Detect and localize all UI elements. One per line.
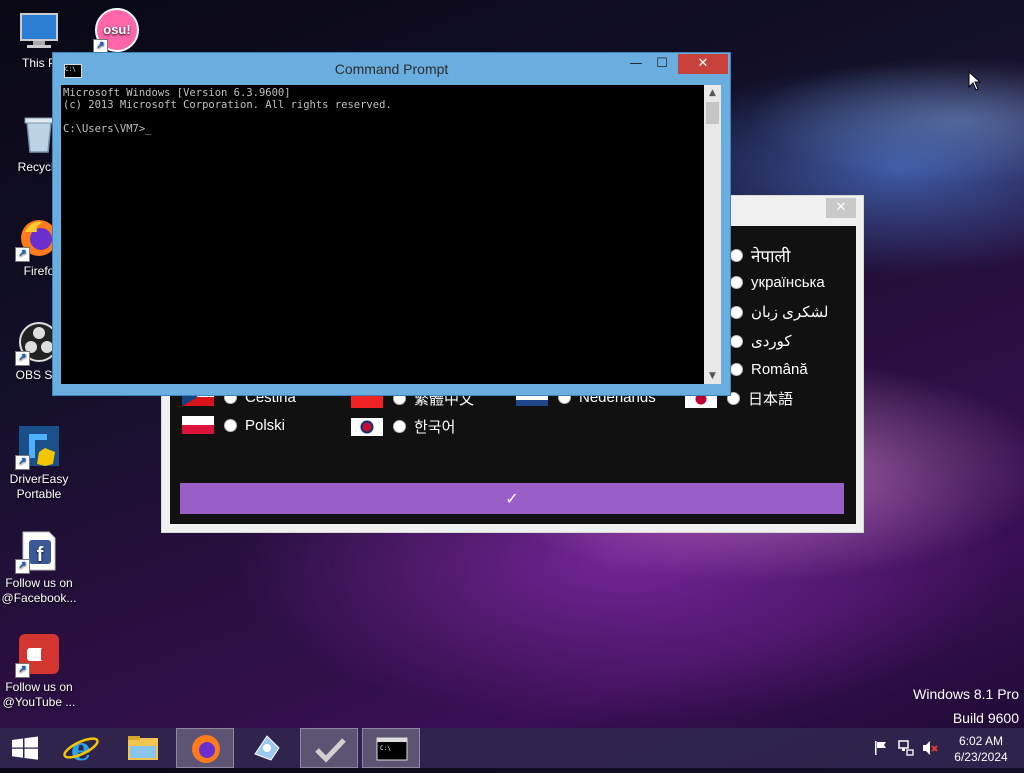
taskbar-command-prompt[interactable]: C:\ <box>362 728 420 768</box>
svg-text:e: e <box>71 730 91 768</box>
shortcut-arrow-icon: ↗ <box>15 247 30 262</box>
radio-button[interactable] <box>393 420 406 433</box>
language-label: नेपाली <box>751 247 791 266</box>
korea-flag-icon <box>351 417 383 436</box>
desktop-icon-label: DriverEasy Portable <box>9 472 69 501</box>
windows-version-watermark: Windows 8.1 Pro Build 9600 <box>913 682 1019 730</box>
taskbar-language-app[interactable] <box>300 728 358 768</box>
dialog-close-button[interactable]: ✕ <box>826 198 856 218</box>
internet-explorer-icon: e <box>63 730 99 768</box>
language-option-polish[interactable]: Polski <box>182 416 285 434</box>
taskbar-firefox[interactable] <box>176 728 234 768</box>
desktop-icon-youtube[interactable]: ↗ Follow us on @YouTube ... <box>0 632 78 710</box>
desktop-icon-label: Follow us on @YouTube ... <box>2 680 76 709</box>
shortcut-arrow-icon: ↗ <box>15 663 30 678</box>
folder-icon <box>128 736 158 760</box>
radio-button[interactable] <box>730 249 743 262</box>
desktop-icon-label: Firefo <box>23 264 55 278</box>
poland-flag-icon <box>182 416 214 434</box>
radio-button[interactable] <box>730 334 743 348</box>
scroll-down-arrow-icon[interactable]: ▼ <box>704 368 721 384</box>
radio-button[interactable] <box>224 418 237 432</box>
scroll-up-arrow-icon[interactable]: ▲ <box>704 85 721 101</box>
language-label: 日本語 <box>748 391 794 408</box>
language-label: 한국어 <box>414 419 456 436</box>
taskbar-file-explorer[interactable] <box>114 728 172 768</box>
language-option-ukrainian[interactable]: українська <box>730 274 825 291</box>
language-label: کوردی <box>751 333 792 350</box>
osu-icon: osu! ↗ <box>93 8 139 54</box>
command-prompt-icon: C:\ <box>376 737 408 761</box>
language-option-romanian[interactable]: Română <box>730 361 808 378</box>
desktop-icon-label: Follow us on @Facebook... <box>1 576 77 605</box>
watermark-build: Build 9600 <box>952 710 1019 726</box>
youtube-icon: ↗ <box>15 632 61 678</box>
language-option-lashkari[interactable]: لشکری زبان <box>730 303 828 321</box>
start-button[interactable] <box>0 728 50 768</box>
drivereasy-icon: ↗ <box>15 424 61 470</box>
shortcut-arrow-icon: ↗ <box>15 559 30 574</box>
desktop-icon-facebook[interactable]: f ↗ Follow us on @Facebook... <box>0 528 78 606</box>
taskbar-drivereasy[interactable] <box>238 728 296 768</box>
console-area[interactable]: Microsoft Windows [Version 6.3.9600] (c)… <box>61 85 704 384</box>
language-label: Polski <box>245 416 286 434</box>
clock-date: 6/23/2024 <box>954 750 1008 764</box>
vertical-scrollbar[interactable]: ▲ ▼ <box>704 85 721 384</box>
shortcut-arrow-icon: ↗ <box>15 351 30 366</box>
action-center-flag-icon[interactable] <box>874 740 888 760</box>
firefox-icon <box>192 735 220 763</box>
language-label: українська <box>751 274 825 291</box>
taskbar-internet-explorer[interactable]: e <box>52 728 110 768</box>
desktop-icon-drivereasy[interactable]: ↗ DriverEasy Portable <box>0 424 78 502</box>
clock-time: 6:02 AM <box>958 734 1004 748</box>
facebook-icon: f ↗ <box>15 528 61 574</box>
desktop-icon-osu[interactable]: osu! ↗ <box>78 8 156 56</box>
monitor-icon <box>17 8 61 52</box>
cmd-title-bar[interactable]: C:\ Command Prompt — ☐ ✕ <box>53 53 730 85</box>
system-clock[interactable]: 6:02 AM 6/23/2024 <box>946 733 1016 765</box>
volume-muted-icon[interactable] <box>922 740 938 760</box>
network-icon[interactable] <box>898 740 914 760</box>
svg-text:f: f <box>37 544 44 566</box>
radio-button[interactable] <box>730 363 743 376</box>
radio-button[interactable] <box>730 305 743 319</box>
language-option-kurdish[interactable]: کوردی <box>730 332 792 350</box>
shortcut-arrow-icon: ↗ <box>15 455 30 470</box>
language-option-nepali[interactable]: नेपाली <box>730 244 790 267</box>
svg-text:C:\: C:\ <box>380 745 391 752</box>
radio-button[interactable] <box>730 276 743 289</box>
desktop-icon-label: This P <box>21 56 56 70</box>
language-label: Română <box>751 361 808 378</box>
drivereasy-icon <box>254 735 280 761</box>
minimize-button[interactable]: — <box>624 54 648 74</box>
command-prompt-window[interactable]: C:\ Command Prompt — ☐ ✕ Microsoft Windo… <box>52 52 731 396</box>
close-button[interactable]: ✕ <box>678 54 728 74</box>
windows-logo-icon <box>12 736 38 760</box>
taskbar: e C:\ 6:02 AM 6/23/2024 <box>0 728 1024 768</box>
scrollbar-thumb[interactable] <box>706 102 719 124</box>
console-output: Microsoft Windows [Version 6.3.9600] (c)… <box>63 87 392 135</box>
checkmark-icon <box>315 738 346 763</box>
maximize-button[interactable]: ☐ <box>650 54 674 74</box>
confirm-button[interactable]: ✓ <box>180 483 844 514</box>
mouse-cursor-icon <box>968 70 982 95</box>
language-option-korean[interactable]: 한국어 <box>351 416 455 437</box>
language-label: لشکری زبان <box>751 304 829 321</box>
watermark-edition: Windows 8.1 Pro <box>913 686 1019 702</box>
